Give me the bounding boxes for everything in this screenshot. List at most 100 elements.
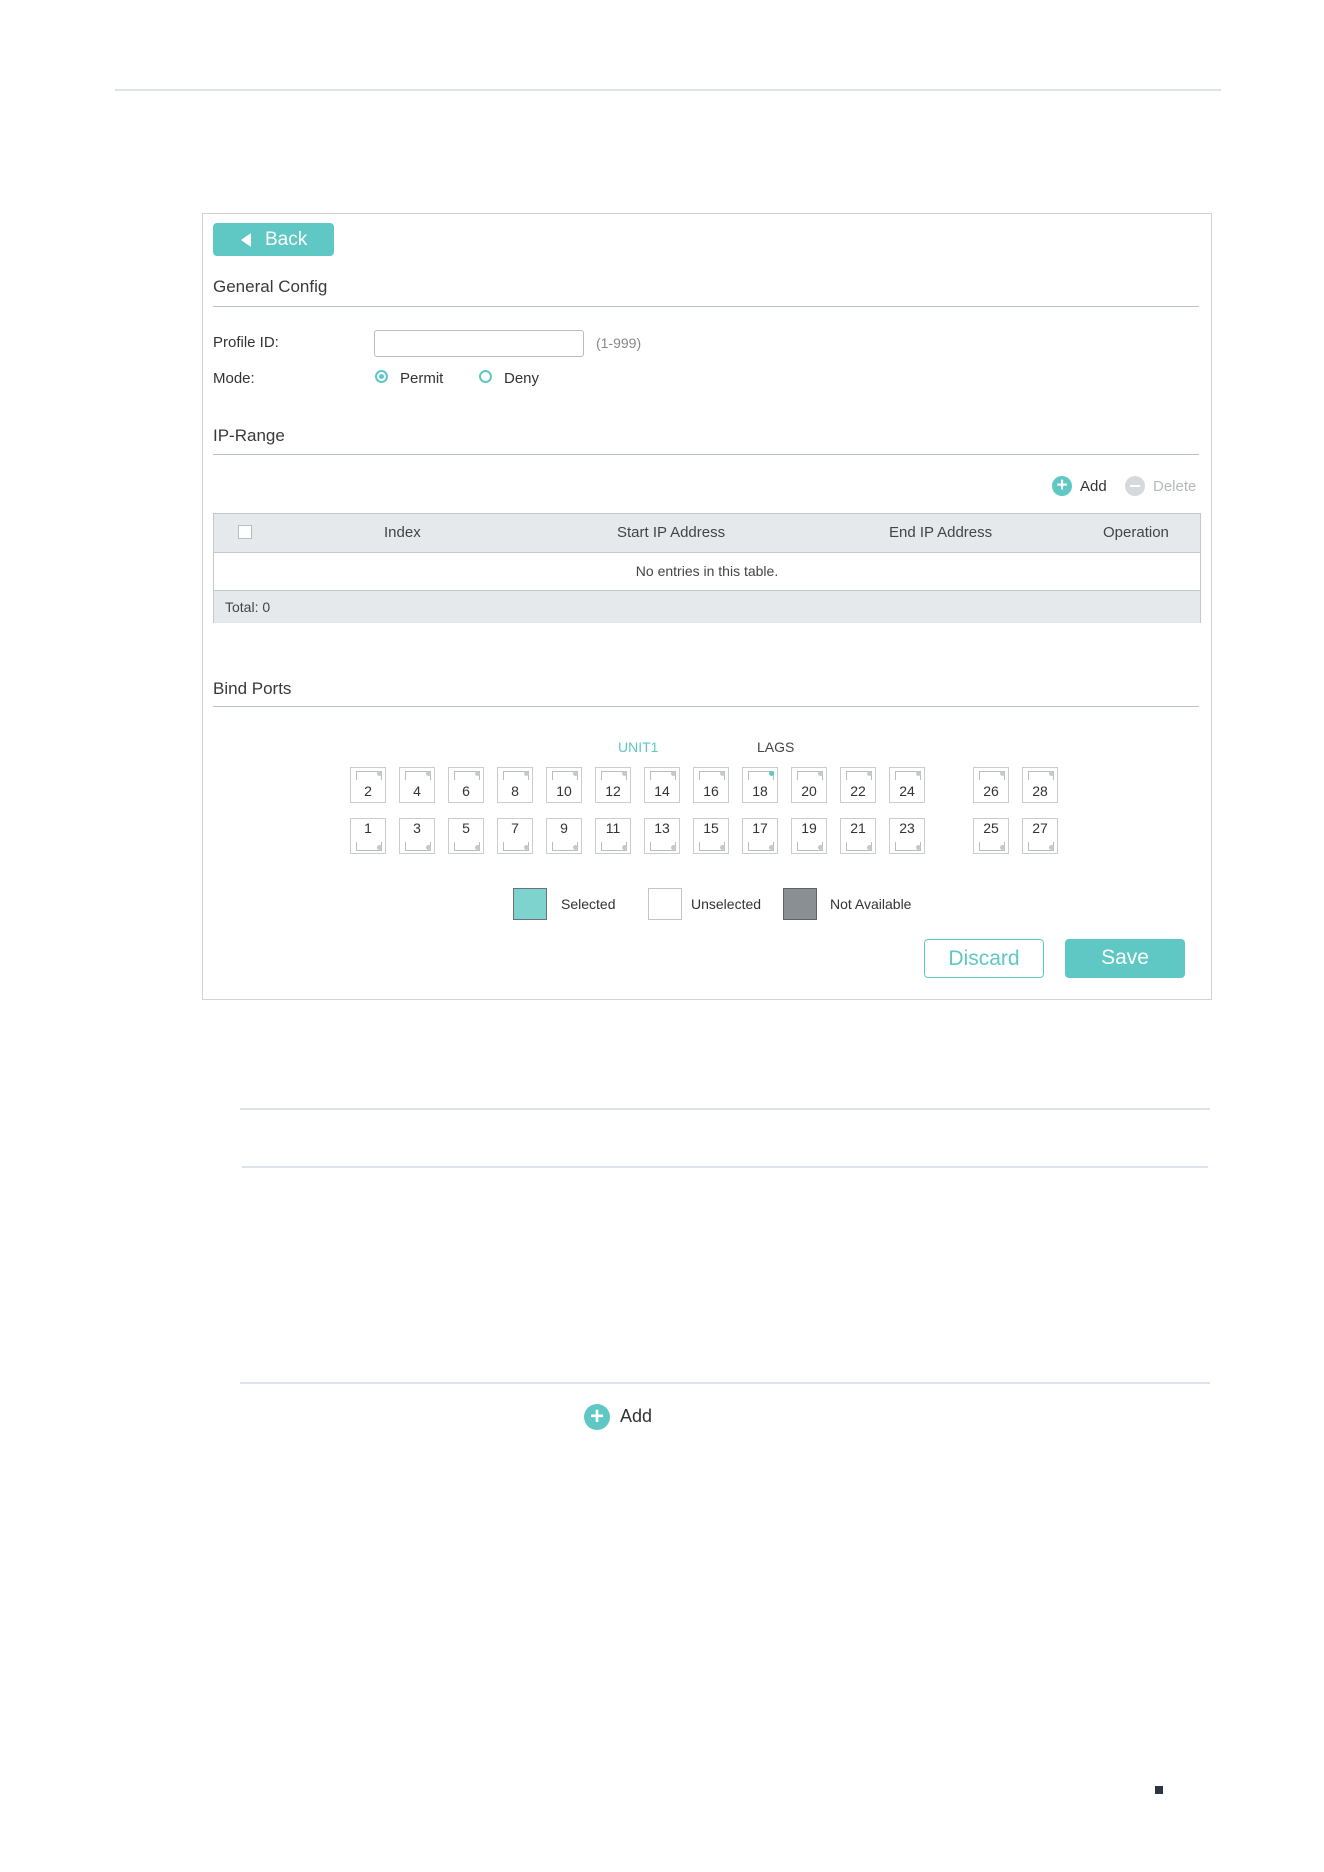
table-bottom-rule <box>240 1382 1210 1384</box>
port-number: 8 <box>511 783 519 799</box>
port-link-led <box>916 845 921 850</box>
save-button[interactable]: Save <box>1065 939 1185 978</box>
port-number: 7 <box>511 820 519 836</box>
mode-deny-label[interactable]: Deny <box>504 370 539 387</box>
port-link-led <box>426 771 431 776</box>
port-number: 18 <box>752 783 768 799</box>
add-icon[interactable]: + <box>1052 476 1072 496</box>
port-number: 17 <box>752 820 768 836</box>
profile-id-hint: (1-999) <box>596 335 642 351</box>
port-28[interactable]: 28 <box>1022 767 1058 803</box>
port-number: 11 <box>605 820 621 836</box>
port-link-led <box>475 771 480 776</box>
profile-id-input[interactable] <box>374 330 584 357</box>
port-link-led <box>769 771 774 776</box>
mode-permit-radio[interactable] <box>375 370 388 383</box>
port-number: 24 <box>899 783 915 799</box>
port-24[interactable]: 24 <box>889 767 925 803</box>
add-entry-button[interactable]: Add <box>1080 478 1107 495</box>
port-number: 21 <box>850 820 866 836</box>
port-link-led <box>1049 845 1054 850</box>
mode-deny-radio[interactable] <box>479 370 492 383</box>
port-number: 4 <box>413 783 421 799</box>
discard-button[interactable]: Discard <box>924 939 1044 978</box>
port-17[interactable]: 17 <box>742 818 778 854</box>
general-config-title: General Config <box>213 277 328 296</box>
port-7[interactable]: 7 <box>497 818 533 854</box>
port-number: 6 <box>462 783 470 799</box>
port-number: 12 <box>605 783 621 799</box>
port-link-led <box>867 845 872 850</box>
port-21[interactable]: 21 <box>840 818 876 854</box>
port-4[interactable]: 4 <box>399 767 435 803</box>
config-panel: Back General Config Profile ID: (1-999) … <box>202 213 1212 1000</box>
port-link-led <box>377 771 382 776</box>
port-20[interactable]: 20 <box>791 767 827 803</box>
port-number: 10 <box>556 783 572 799</box>
port-27[interactable]: 27 <box>1022 818 1058 854</box>
port-12[interactable]: 12 <box>595 767 631 803</box>
port-1[interactable]: 1 <box>350 818 386 854</box>
tab-lags[interactable]: LAGS <box>757 739 794 755</box>
legend-selected-label: Selected <box>561 896 616 912</box>
table-header: Index Start IP Address End IP Address Op… <box>214 514 1200 553</box>
page-marker <box>1155 1786 1163 1794</box>
port-13[interactable]: 13 <box>644 818 680 854</box>
bind-ports-title: Bind Ports <box>213 679 292 698</box>
port-6[interactable]: 6 <box>448 767 484 803</box>
mode-permit-label[interactable]: Permit <box>400 370 443 387</box>
back-arrow-icon <box>241 232 251 247</box>
port-11[interactable]: 11 <box>595 818 631 854</box>
port-15[interactable]: 15 <box>693 818 729 854</box>
port-link-led <box>1000 771 1005 776</box>
port-number: 23 <box>899 820 915 836</box>
port-3[interactable]: 3 <box>399 818 435 854</box>
page-header-divider <box>115 89 1221 91</box>
port-16[interactable]: 16 <box>693 767 729 803</box>
column-operation: Operation <box>1103 524 1169 541</box>
legend-selected-swatch <box>513 888 547 920</box>
port-19[interactable]: 19 <box>791 818 827 854</box>
port-link-led <box>426 845 431 850</box>
add-icon: + <box>584 1404 610 1430</box>
back-button[interactable]: Back <box>213 223 334 256</box>
total-count: Total: 0 <box>225 599 271 615</box>
port-link-led <box>720 771 725 776</box>
port-link-led <box>1000 845 1005 850</box>
legend-unselected-label: Unselected <box>691 896 762 912</box>
port-8[interactable]: 8 <box>497 767 533 803</box>
port-number: 14 <box>654 783 670 799</box>
empty-table-message: No entries in this table. <box>635 563 779 579</box>
port-number: 25 <box>983 820 999 836</box>
tab-unit1[interactable]: UNIT1 <box>618 739 658 755</box>
port-number: 13 <box>654 820 670 836</box>
port-25[interactable]: 25 <box>973 818 1009 854</box>
port-link-led <box>818 845 823 850</box>
port-10[interactable]: 10 <box>546 767 582 803</box>
port-26[interactable]: 26 <box>973 767 1009 803</box>
select-all-checkbox[interactable] <box>238 525 252 539</box>
port-number: 26 <box>983 783 999 799</box>
port-5[interactable]: 5 <box>448 818 484 854</box>
general-config-divider <box>213 306 1199 307</box>
port-link-led <box>475 845 480 850</box>
port-9[interactable]: 9 <box>546 818 582 854</box>
legend-unselected-swatch <box>648 888 682 920</box>
back-label: Back <box>265 228 308 250</box>
port-14[interactable]: 14 <box>644 767 680 803</box>
port-2[interactable]: 2 <box>350 767 386 803</box>
ip-range-divider <box>213 454 1199 455</box>
port-link-led <box>377 845 382 850</box>
column-index: Index <box>384 524 421 541</box>
add-label: Add <box>620 1406 653 1426</box>
port-number: 20 <box>801 783 817 799</box>
column-start-ip: Start IP Address <box>617 524 726 541</box>
port-link-led <box>524 771 529 776</box>
port-link-led <box>573 771 578 776</box>
port-link-led <box>671 845 676 850</box>
port-22[interactable]: 22 <box>840 767 876 803</box>
port-23[interactable]: 23 <box>889 818 925 854</box>
port-18[interactable]: 18 <box>742 767 778 803</box>
delete-entry-button[interactable]: Delete <box>1153 478 1196 495</box>
delete-icon[interactable] <box>1125 476 1145 496</box>
